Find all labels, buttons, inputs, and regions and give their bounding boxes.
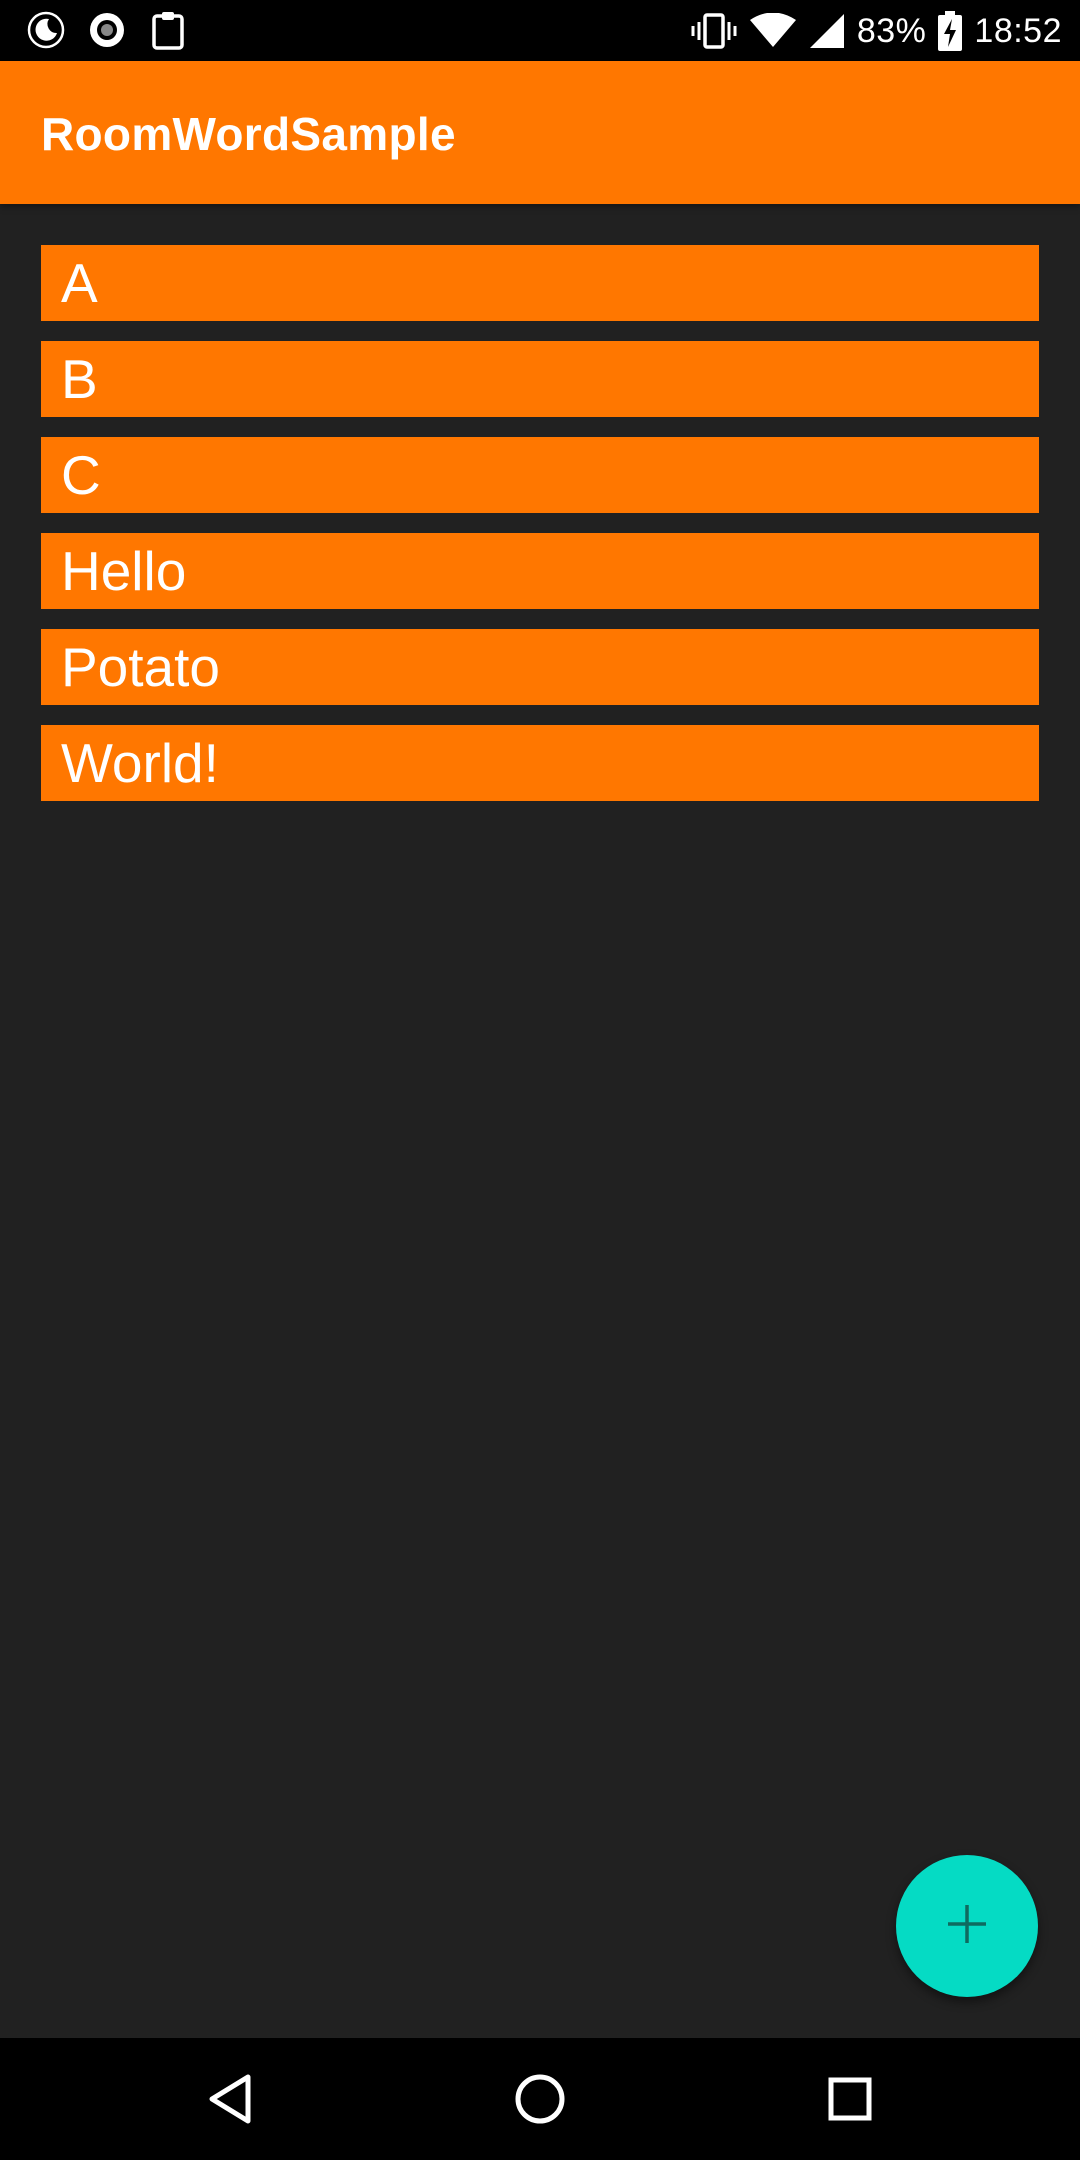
app-title: RoomWordSample xyxy=(41,108,456,160)
status-right-icons: 83% 18:52 xyxy=(679,8,1062,54)
word-label: World! xyxy=(61,732,219,794)
word-label: B xyxy=(61,348,98,410)
word-list: A B C Hello Potato World! xyxy=(41,245,1039,821)
word-item[interactable]: Hello xyxy=(41,533,1039,609)
word-label: Hello xyxy=(61,540,187,602)
word-label: Potato xyxy=(61,636,221,698)
recents-icon xyxy=(828,2077,872,2121)
recents-button[interactable] xyxy=(820,2069,880,2129)
status-left-icons xyxy=(26,10,209,50)
word-item[interactable]: A xyxy=(41,245,1039,321)
cellular-signal-icon xyxy=(809,13,845,49)
vibrate-icon xyxy=(691,13,737,49)
back-button[interactable] xyxy=(200,2069,260,2129)
home-icon xyxy=(515,2074,565,2124)
word-label: A xyxy=(61,252,98,314)
record-icon xyxy=(87,10,127,50)
app-bar: RoomWordSample xyxy=(0,61,1080,204)
word-label: C xyxy=(61,444,101,506)
clipboard-icon xyxy=(148,10,188,50)
word-item[interactable]: Potato xyxy=(41,629,1039,705)
word-item[interactable]: C xyxy=(41,437,1039,513)
back-icon xyxy=(209,2074,251,2124)
add-word-fab[interactable] xyxy=(896,1855,1038,1997)
battery-charging-icon xyxy=(938,11,963,51)
status-bar: 83% 18:52 xyxy=(0,0,1080,61)
word-item[interactable]: World! xyxy=(41,725,1039,801)
clock: 18:52 xyxy=(974,11,1062,50)
word-item[interactable]: B xyxy=(41,341,1039,417)
wifi-icon xyxy=(749,13,797,49)
battery-percent: 83% xyxy=(856,11,927,50)
add-icon xyxy=(945,1902,989,1951)
night-mode-icon xyxy=(26,10,66,50)
home-button[interactable] xyxy=(510,2069,570,2129)
navigation-bar xyxy=(0,2038,1080,2160)
